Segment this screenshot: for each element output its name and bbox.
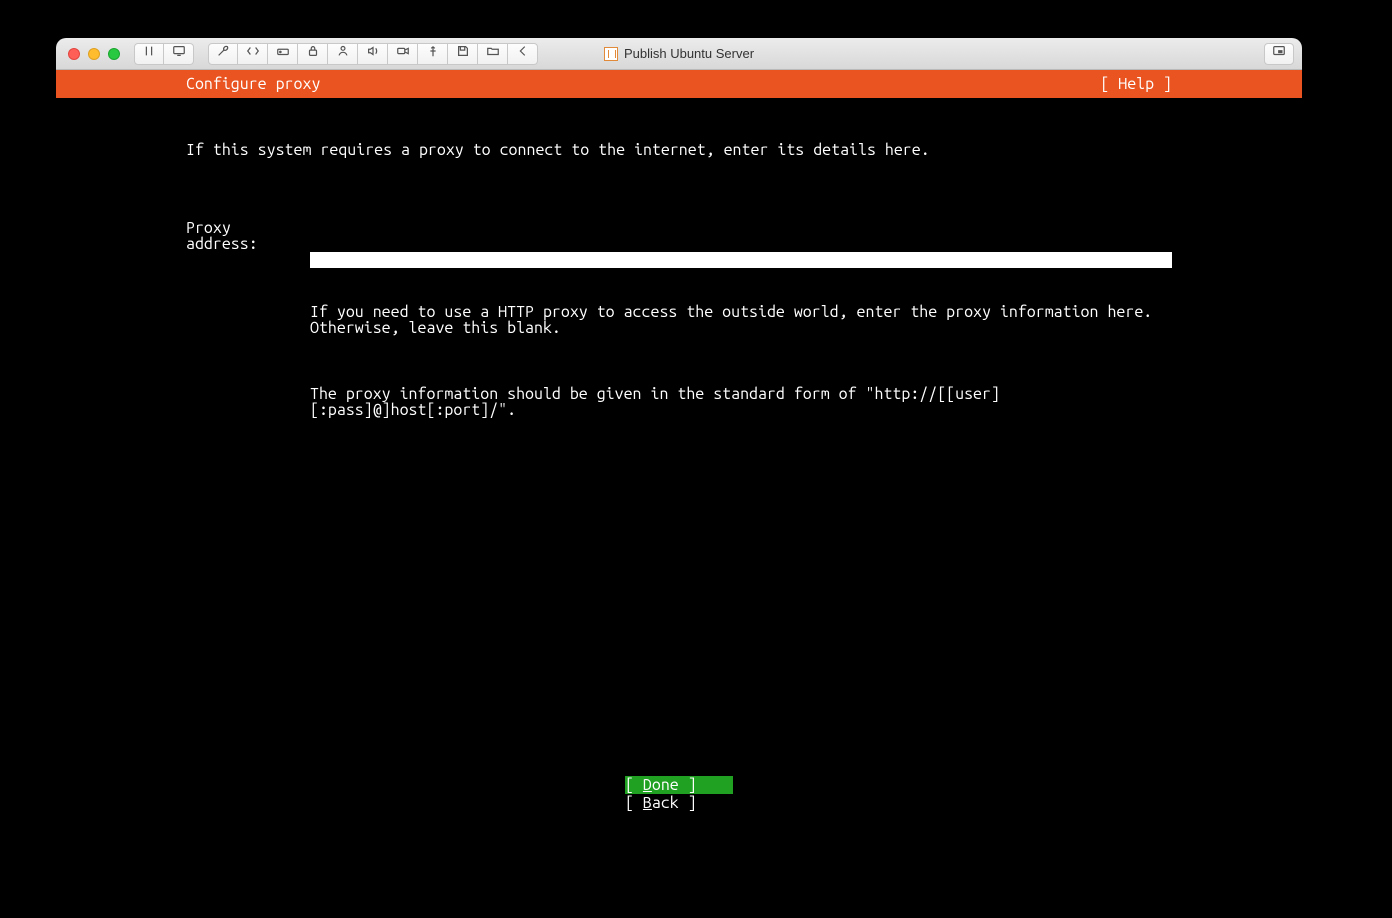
traffic-lights [68,48,120,60]
window-titlebar: Publish Ubuntu Server [56,38,1302,70]
proxy-hint-2: The proxy information should be given in… [310,386,1172,418]
usb-icon [426,44,440,63]
proxy-address-input[interactable] [310,252,1172,268]
close-window-button[interactable] [68,48,80,60]
installer-header: Configure proxy [ Help ] [56,70,1302,98]
proxy-hint-1: If you need to use a HTTP proxy to acces… [310,304,1172,336]
minimize-window-button[interactable] [88,48,100,60]
camera-icon [396,44,410,63]
screen-title: Configure proxy [186,76,320,92]
window-title-text: Publish Ubuntu Server [624,46,754,61]
code-icon [246,44,260,63]
wrench-icon [216,44,230,63]
toolbar-group-devices [208,43,538,65]
installer-footer: [ Done ] [ Back ] [56,776,1302,812]
intro-text: If this system requires a proxy to conne… [186,142,1172,158]
installer-screen: Configure proxy [ Help ] If this system … [56,70,1302,824]
security-button[interactable] [298,43,328,65]
folder-share-icon [486,44,500,63]
pause-button[interactable] [134,43,164,65]
proxy-row: Proxy address: If you need to use a HTTP… [186,220,1172,450]
usb-button[interactable] [418,43,448,65]
lock-icon [306,44,320,63]
installer-content: If this system requires a proxy to conne… [56,98,1302,482]
hdd-button[interactable] [268,43,298,65]
chevron-left-icon [516,44,530,63]
vm-window: Publish Ubuntu Server Configure proxy [ … [56,38,1302,824]
toolbar-group-vm [134,43,194,65]
camera-button[interactable] [388,43,418,65]
code-button[interactable] [238,43,268,65]
person-icon [336,44,350,63]
back-button[interactable]: [ Back ] [625,794,733,812]
floppy-icon [456,44,470,63]
display-settings-button[interactable] [164,43,194,65]
help-button[interactable]: [ Help ] [1100,76,1172,92]
display-settings-icon [172,44,186,63]
done-button[interactable]: [ Done ] [625,776,733,794]
picture-in-picture-button[interactable] [1264,43,1294,65]
shared-folder-button[interactable] [478,43,508,65]
collapse-toolbar-button[interactable] [508,43,538,65]
app-icon [604,47,618,61]
zoom-window-button[interactable] [108,48,120,60]
sound-button[interactable] [358,43,388,65]
pip-icon [1272,44,1286,63]
floppy-button[interactable] [448,43,478,65]
user-button[interactable] [328,43,358,65]
pause-icon [142,44,156,63]
settings-button[interactable] [208,43,238,65]
sound-icon [366,44,380,63]
hdd-icon [276,44,290,63]
proxy-address-label: Proxy address: [186,220,310,252]
